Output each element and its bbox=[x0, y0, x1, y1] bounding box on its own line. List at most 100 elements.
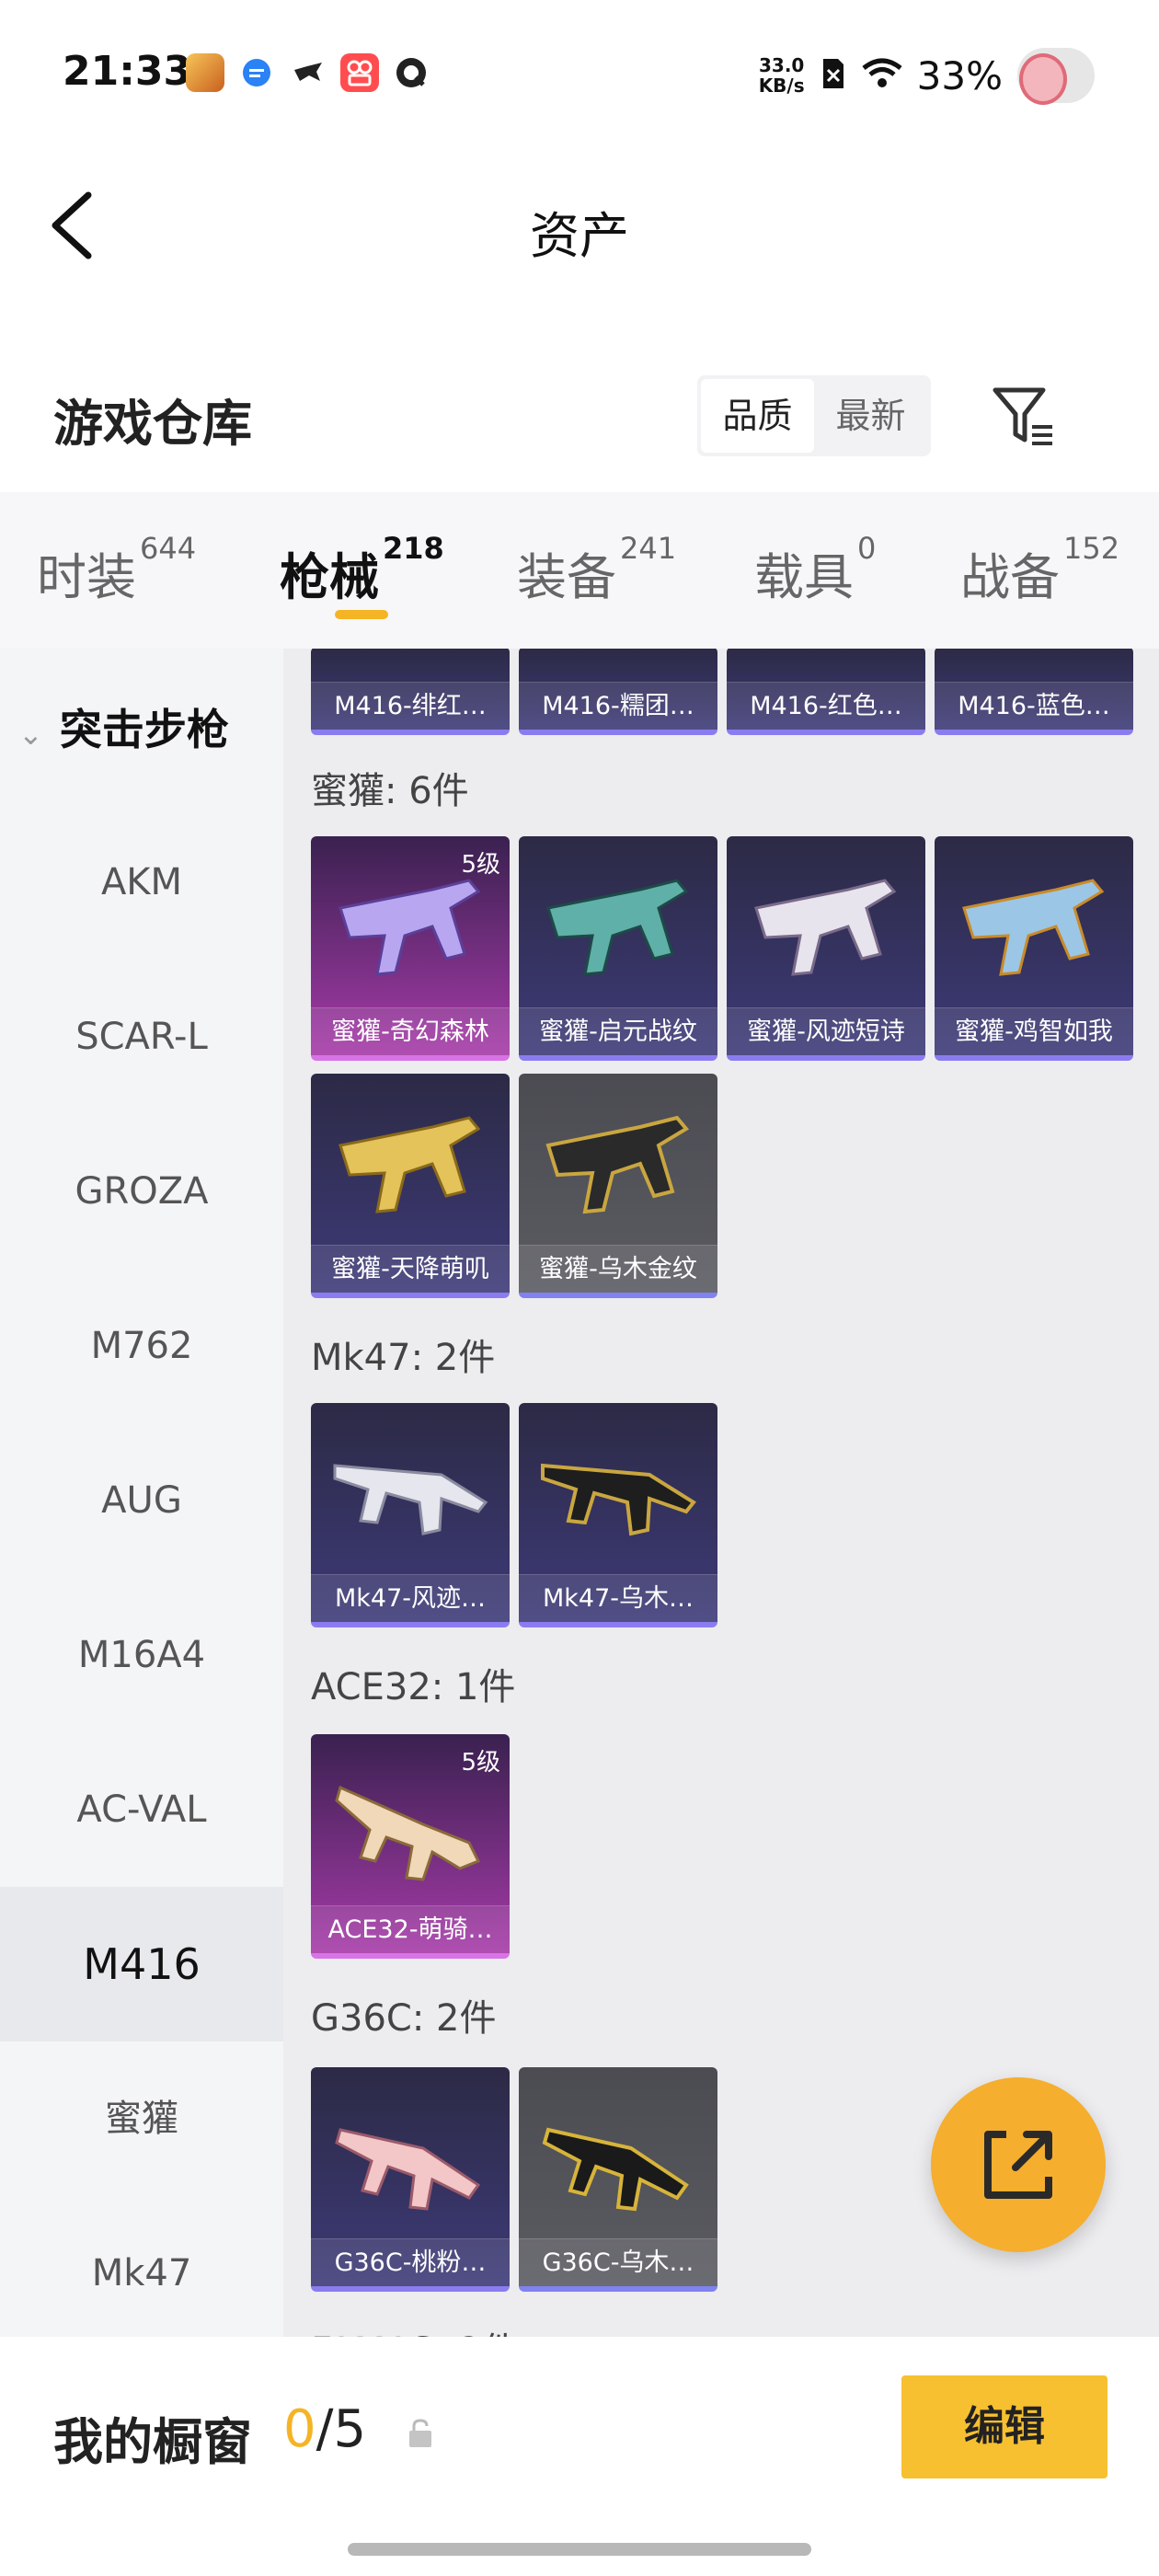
video-app-icon bbox=[340, 53, 379, 92]
sidebar-item-honey-badger[interactable]: 蜜獾 bbox=[0, 2041, 283, 2196]
tab-label: 时装 bbox=[37, 548, 136, 606]
weapon-sidebar: ⌄ 突击步枪 AKM SCAR-L GROZA M762 AUG M16A4 AC… bbox=[0, 649, 283, 2337]
tab-count: 152 bbox=[1063, 531, 1120, 566]
sidebar-item-m16a4[interactable]: M16A4 bbox=[0, 1578, 283, 1732]
skin-card[interactable]: 蜜獾-乌木金纹 bbox=[519, 1074, 717, 1298]
sidebar-item-m416[interactable]: M416 bbox=[0, 1887, 283, 2041]
tab-supplies[interactable]: 战备 152 bbox=[960, 531, 1119, 609]
warehouse-header: 游戏仓库 品质 最新 bbox=[0, 350, 1159, 478]
notification-icons bbox=[186, 53, 430, 92]
status-bar: 21:33 33.0 KB/s 33% bbox=[0, 0, 1159, 147]
skin-card[interactable]: M416-蓝色… bbox=[935, 649, 1133, 735]
message-app-icon bbox=[237, 53, 276, 92]
skin-card[interactable]: Mk47-乌木… bbox=[519, 1403, 717, 1627]
tab-count: 644 bbox=[140, 531, 197, 566]
gun-icon bbox=[546, 879, 689, 976]
battery-pig-icon bbox=[1017, 48, 1095, 105]
gun-icon bbox=[545, 1115, 690, 1214]
sort-option-quality[interactable]: 品质 bbox=[701, 379, 814, 453]
sidebar-item-ac-val[interactable]: AC-VAL bbox=[0, 1732, 283, 1887]
tab-count: 241 bbox=[620, 531, 677, 566]
gun-icon bbox=[335, 1785, 481, 1881]
skin-card[interactable]: 蜜獾-风迹短诗 bbox=[727, 836, 925, 1061]
tab-label: 装备 bbox=[517, 548, 616, 606]
skin-name: M416-糯团… bbox=[519, 682, 717, 730]
gun-icon bbox=[754, 879, 897, 976]
showcase-bar: 我的橱窗 0/5 编辑 bbox=[0, 2337, 1159, 2576]
skin-card[interactable]: M416-绯红… bbox=[311, 649, 510, 735]
tab-guns[interactable]: 枪械 218 bbox=[280, 531, 444, 609]
group-title: G36C: 2件 bbox=[311, 1997, 497, 2040]
skin-name: 蜜獾-乌木金纹 bbox=[519, 1245, 717, 1293]
skin-card[interactable]: G36C-乌木… bbox=[519, 2067, 717, 2292]
warehouse-title: 游戏仓库 bbox=[53, 395, 252, 453]
active-tab-indicator bbox=[335, 610, 388, 619]
drone-app-icon bbox=[289, 53, 327, 92]
skin-name: 蜜獾-天降萌叽 bbox=[311, 1245, 510, 1293]
status-right: 33.0 KB/s 33% bbox=[759, 48, 1095, 105]
skin-card[interactable]: M416-糯团… bbox=[519, 649, 717, 735]
gun-icon bbox=[339, 1116, 481, 1213]
net-speed-unit: KB/s bbox=[758, 75, 805, 97]
battery-percent: 33% bbox=[916, 52, 1003, 98]
skin-card[interactable]: M416-红色… bbox=[727, 649, 925, 735]
sidebar-item-aug[interactable]: AUG bbox=[0, 1423, 283, 1578]
sidebar-category-label: 突击步枪 bbox=[59, 705, 229, 754]
skin-name: M416-绯红… bbox=[311, 682, 510, 730]
sidebar-item-groza[interactable]: GROZA bbox=[0, 1114, 283, 1269]
skin-name: 蜜獾-启元战纹 bbox=[519, 1007, 717, 1055]
home-indicator[interactable] bbox=[348, 2543, 811, 2556]
gun-icon bbox=[962, 879, 1105, 976]
sidebar-item-scar-l[interactable]: SCAR-L bbox=[0, 960, 283, 1114]
sidebar-item-m762[interactable]: M762 bbox=[0, 1269, 283, 1423]
skin-name: 蜜獾-奇幻森林 bbox=[311, 1007, 510, 1055]
skin-card[interactable]: 蜜獾-天降萌叽 bbox=[311, 1074, 510, 1298]
tab-count: 0 bbox=[857, 531, 877, 566]
group-title: 蜜獾: 6件 bbox=[311, 770, 469, 812]
sidebar-item-akm[interactable]: AKM bbox=[0, 805, 283, 960]
group-title: FAMAS: 2件 bbox=[311, 2321, 519, 2337]
sidebar-item-mk47[interactable]: Mk47 bbox=[0, 2196, 283, 2337]
category-tabs: 时装 644 枪械 218 装备 241 载具 0 战备 152 bbox=[0, 492, 1159, 649]
skin-card[interactable]: Mk47-风迹… bbox=[311, 1403, 510, 1627]
skin-card[interactable]: 蜜獾-鸡智如我 bbox=[935, 836, 1133, 1061]
skin-card[interactable]: 5级 ACE32-萌骑… bbox=[311, 1734, 510, 1959]
filter-button[interactable] bbox=[990, 383, 1060, 453]
share-button[interactable] bbox=[931, 2077, 1106, 2252]
skin-name: 蜜獾-风迹短诗 bbox=[727, 1007, 925, 1055]
no-sim-icon bbox=[820, 55, 847, 96]
share-icon bbox=[984, 2131, 1052, 2199]
tab-vehicles[interactable]: 载具 0 bbox=[754, 531, 876, 609]
showcase-count: 0/5 bbox=[283, 2399, 366, 2459]
skin-card[interactable]: 5级 蜜獾-奇幻森林 bbox=[311, 836, 510, 1061]
tab-equipment[interactable]: 装备 241 bbox=[517, 531, 676, 609]
skin-card[interactable]: G36C-桃粉… bbox=[311, 2067, 510, 2292]
gun-icon bbox=[339, 879, 481, 976]
tab-fashion[interactable]: 时装 644 bbox=[37, 531, 196, 609]
net-speed-value: 33.0 bbox=[758, 54, 805, 76]
sort-toggle: 品质 最新 bbox=[697, 375, 931, 456]
showcase-current: 0 bbox=[283, 2399, 316, 2459]
skin-name: M416-红色… bbox=[727, 682, 925, 730]
gun-icon bbox=[333, 1464, 488, 1535]
sidebar-category[interactable]: ⌄ 突击步枪 bbox=[18, 696, 229, 757]
skin-name: M416-蓝色… bbox=[935, 682, 1133, 730]
tab-count: 218 bbox=[383, 531, 444, 566]
sort-option-newest[interactable]: 最新 bbox=[814, 379, 927, 453]
gun-icon bbox=[335, 2128, 481, 2211]
filter-icon bbox=[993, 387, 1052, 445]
wifi-icon bbox=[862, 57, 902, 94]
skin-card[interactable]: 蜜獾-启元战纹 bbox=[519, 836, 717, 1061]
page-header: 资产 bbox=[0, 147, 1159, 304]
skin-name: G36C-乌木… bbox=[519, 2238, 717, 2286]
tab-label: 枪械 bbox=[280, 548, 379, 606]
skin-name: Mk47-乌木… bbox=[519, 1574, 717, 1622]
status-time: 21:33 bbox=[63, 48, 192, 95]
showcase-total: /5 bbox=[316, 2399, 367, 2459]
network-speed: 33.0 KB/s bbox=[759, 55, 805, 96]
tab-label: 载具 bbox=[754, 548, 854, 606]
edit-button[interactable]: 编辑 bbox=[901, 2375, 1107, 2478]
q-app-icon bbox=[392, 53, 430, 92]
chevron-down-icon: ⌄ bbox=[18, 717, 43, 752]
tab-label: 战备 bbox=[960, 548, 1060, 606]
